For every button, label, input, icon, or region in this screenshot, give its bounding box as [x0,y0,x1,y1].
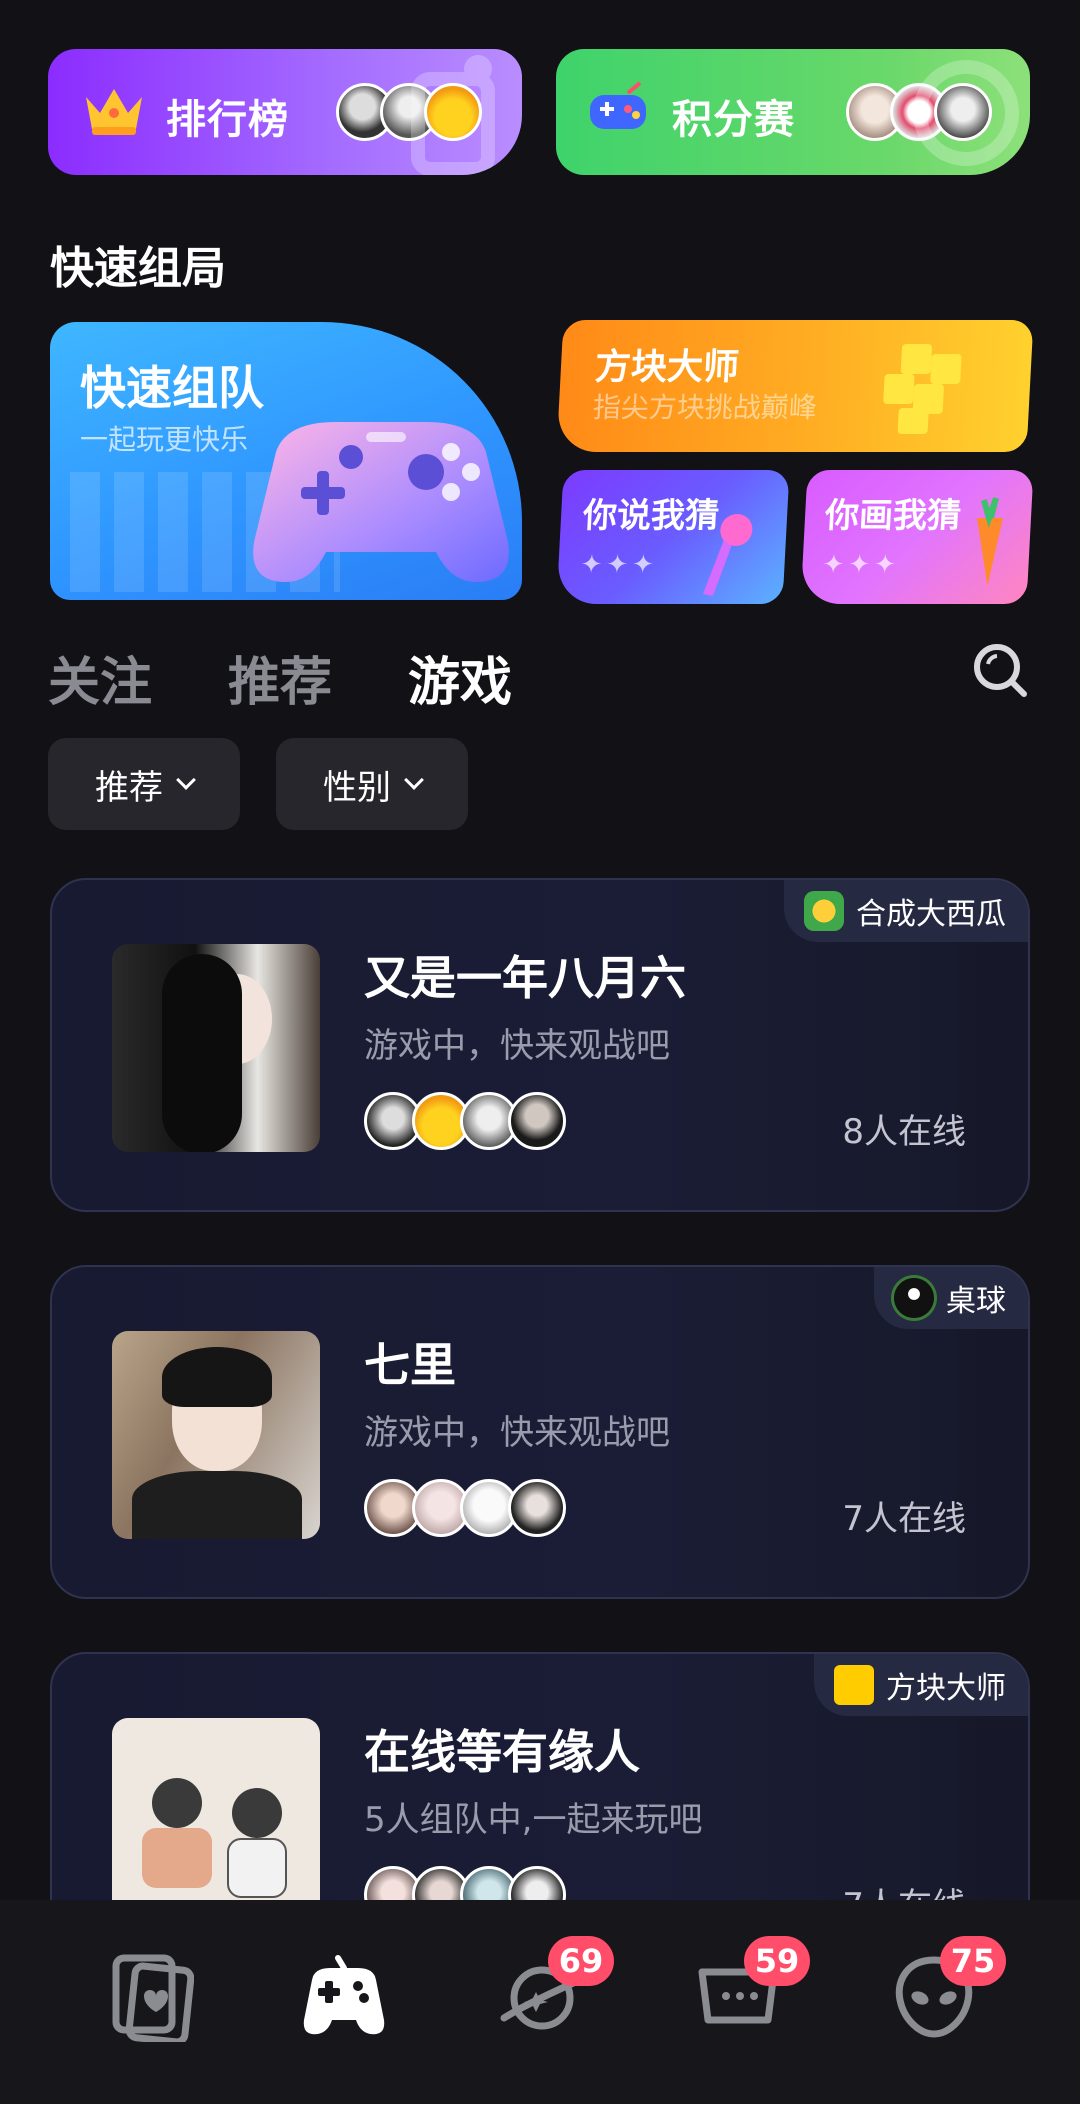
game-tag-label: 方块大师 [886,1671,1006,1706]
controller-icon [246,392,516,596]
billiards-game-icon [894,1278,934,1318]
quick-team-card[interactable]: 快速组队 一起玩更快乐 [50,322,522,600]
game-tag: 合成大西瓜 [784,880,1028,942]
quick-team-title: 快速组队 [80,361,264,415]
filter-gender-label: 性别 [323,767,391,808]
room-thumbnail [112,944,320,1152]
filter-recommend-label: 推荐 [95,767,163,808]
points-banner[interactable]: 积分赛 [556,49,1030,175]
notification-badge: 59 [744,1936,810,1986]
avatar [508,1092,566,1150]
avatar [508,1479,566,1537]
quick-team-subtitle: 一起玩更快乐 [80,423,249,456]
blocks-icon [867,334,983,446]
search-icon[interactable] [970,640,1030,700]
member-avatars [364,1479,566,1537]
filter-gender-dropdown[interactable]: 性别 [276,738,468,830]
tab-recommend[interactable]: 推荐 [228,640,332,715]
room-status: 5人组队中,一起来玩吧 [364,1800,703,1840]
crown-icon [82,83,146,139]
bottom-nav: 69 59 75 [0,1900,1080,2104]
game-tag: 方块大师 [814,1654,1028,1716]
filter-recommend-dropdown[interactable]: 推荐 [48,738,240,830]
nav-cards[interactable] [102,1950,195,2046]
nav-messages[interactable]: 59 [692,1936,810,2042]
drawing-body-left [142,1828,212,1888]
game-tag-label: 桌球 [946,1284,1006,1319]
online-count: 7人在线 [842,1499,966,1539]
notification-badge: 69 [548,1936,614,1986]
room-name: 又是一年八月六 [364,951,686,1005]
online-count: 8人在线 [842,1112,966,1152]
tab-games[interactable]: 游戏 [408,640,512,715]
notification-badge: 75 [940,1936,1006,1986]
drawing-head-right [232,1788,282,1838]
portrait-hair [162,1347,272,1407]
heart-card-icon [112,1954,195,2046]
game-tag: 桌球 [874,1267,1028,1329]
room-status: 游戏中，快来观战吧 [364,1026,670,1066]
room-status: 游戏中，快来观战吧 [364,1413,670,1453]
drawing-head-left [152,1778,202,1828]
block-master-card[interactable]: 方块大师 指尖方块挑战巅峰 [556,320,1034,452]
microphone-icon [686,510,771,604]
member-avatars [364,1092,566,1150]
section-title: 快速组局 [50,243,226,294]
draw-stars: ✦✦✦ [821,550,901,580]
chevron-down-icon [404,770,424,790]
nav-planet[interactable]: 69 [496,1936,614,2042]
carrot-pencil-icon [951,494,1027,602]
room-card[interactable]: 桌球 七里 游戏中，快来观战吧 7人在线 [50,1265,1030,1599]
room-name: 在线等有缘人 [364,1725,640,1779]
room-thumbnail [112,1331,320,1539]
guess-stars: ✦✦✦ [579,550,659,580]
nav-profile[interactable]: 75 [888,1936,1006,2042]
portrait-hair [162,954,242,1152]
room-name: 七里 [364,1338,456,1392]
watermelon-game-icon [804,891,844,931]
guess-card[interactable]: 你说我猜 ✦✦✦ [556,470,790,604]
leaderboard-label: 排行榜 [166,97,289,143]
game-tag-label: 合成大西瓜 [856,897,1006,932]
drawing-body-right [227,1838,287,1898]
room-card[interactable]: 合成大西瓜 又是一年八月六 游戏中，快来观战吧 8人在线 [50,878,1030,1212]
banner-decoration [913,60,1019,166]
banner-decoration [411,55,495,175]
nav-games[interactable] [298,1950,390,2042]
gamepad-icon [303,1955,385,2035]
draw-title: 你画我猜 [824,496,963,536]
block-master-game-icon [834,1665,874,1705]
gamepad-icon [584,79,652,143]
tab-follow[interactable]: 关注 [48,640,152,715]
block-master-subtitle: 指尖方块挑战巅峰 [592,391,818,424]
block-master-title: 方块大师 [593,347,741,388]
draw-card[interactable]: 你画我猜 ✦✦✦ [800,470,1034,604]
room-thumbnail [112,1718,320,1926]
points-label: 积分赛 [672,97,795,143]
leaderboard-banner[interactable]: 排行榜 [48,49,522,175]
chevron-down-icon [176,770,196,790]
portrait-scarf [132,1471,302,1539]
